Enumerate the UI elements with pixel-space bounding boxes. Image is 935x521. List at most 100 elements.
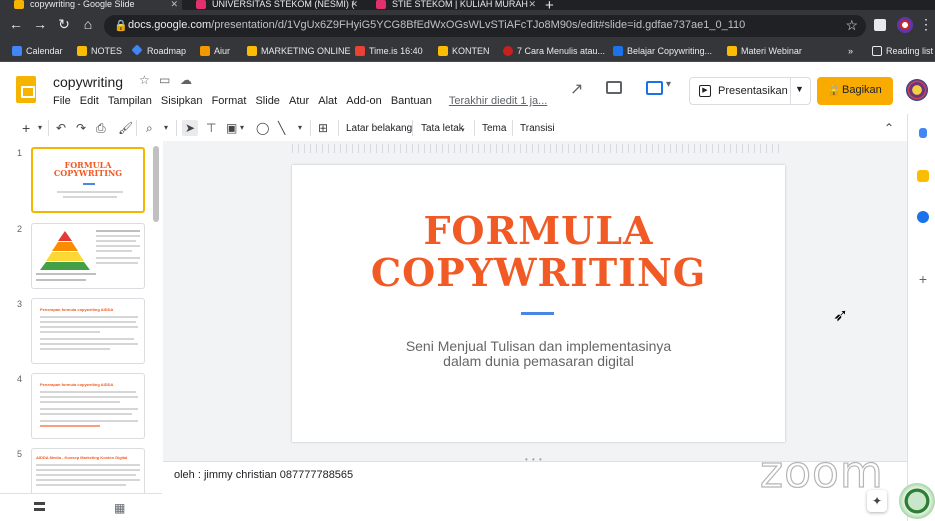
menu-file[interactable]: File	[53, 95, 71, 107]
activity-trend-icon[interactable]: ↗	[570, 79, 588, 98]
browser-tab-slides[interactable]: copywriting - Google Slide ✕	[0, 0, 182, 10]
shape-icon[interactable]: ◯	[256, 120, 269, 136]
bookmark-cara-menulis[interactable]: 7 Cara Menulis atau...	[503, 45, 605, 59]
document-title[interactable]: copywriting	[53, 74, 123, 90]
slides-logo-icon[interactable]	[16, 76, 36, 103]
grid-view-icon[interactable]: ▦	[114, 501, 125, 515]
get-addons-icon[interactable]: +	[917, 272, 929, 286]
forward-icon[interactable]: →	[32, 16, 48, 32]
menu-addons[interactable]: Add-on	[346, 95, 381, 107]
thumb-text-line	[36, 474, 136, 476]
slide-thumbnail-4[interactable]: Penerapan formula copywriting AIDDA	[31, 373, 145, 439]
image-chevron-icon[interactable]: ▾	[240, 120, 244, 136]
keep-addon-icon[interactable]	[917, 170, 929, 182]
new-slide-chevron-icon[interactable]: ▾	[38, 120, 42, 136]
add-comment-icon[interactable]: ⊞	[318, 120, 328, 136]
line-icon[interactable]: ╲	[278, 120, 285, 136]
close-tab-icon[interactable]: ✕	[350, 0, 358, 9]
thumb-text-line	[36, 469, 140, 471]
bookmark-calendar[interactable]: Calendar	[12, 45, 63, 59]
menu-help[interactable]: Bantuan	[391, 95, 432, 107]
new-slide-icon[interactable]: +	[22, 120, 30, 136]
layout-chevron-icon[interactable]: ▾	[461, 123, 465, 139]
profile-avatar[interactable]	[897, 17, 913, 33]
reading-list-icon	[872, 46, 882, 56]
menu-view[interactable]: Tampilan	[108, 95, 152, 107]
menu-edit[interactable]: Edit	[80, 95, 99, 107]
bookmark-materi-webinar[interactable]: Materi Webinar	[727, 45, 802, 59]
reload-icon[interactable]: ↻	[56, 16, 72, 32]
speaker-notes-text[interactable]: oleh : jimmy christian 087777788565	[174, 469, 353, 481]
menu-arrange[interactable]: Atur	[289, 95, 309, 107]
url-field[interactable]: 🔒 docs.google.com/presentation/d/1VgUx6Z…	[104, 15, 866, 37]
extensions-icon[interactable]	[874, 19, 886, 31]
theme-button[interactable]: Tema	[482, 121, 506, 137]
menu-format[interactable]: Format	[212, 95, 247, 107]
present-options-chevron-icon[interactable]: ▼	[795, 84, 804, 94]
filmstrip-view-icon[interactable]	[34, 502, 45, 511]
bookmark-marketing-online[interactable]: MARKETING ONLINE	[247, 45, 351, 59]
bookmarks-overflow[interactable]: »	[848, 45, 853, 59]
current-slide[interactable]: FORMULA COPYWRITING Seni Menjual Tulisan…	[292, 165, 785, 442]
back-icon[interactable]: ←	[8, 16, 24, 32]
redo-icon[interactable]: ↷	[76, 120, 86, 136]
slide-subtitle[interactable]: Seni Menjual Tulisan dan implementasinya…	[292, 339, 785, 369]
instagram-favicon-icon	[376, 0, 386, 9]
close-tab-icon[interactable]: ✕	[528, 0, 536, 9]
menu-slide[interactable]: Slide	[255, 95, 279, 107]
present-button[interactable]: ▶ Presentasikan ▼	[689, 77, 811, 105]
slide-thumbnail-1[interactable]: FORMULA COPYWRITING	[31, 147, 145, 213]
menu-insert[interactable]: Sisipkan	[161, 95, 203, 107]
thumb-text-line	[36, 479, 140, 481]
calendar-addon-icon[interactable]	[919, 128, 927, 138]
browser-tab-stekom[interactable]: UNIVERSITAS STEKOM (NESMI) ( ✕	[182, 0, 362, 10]
divider	[412, 120, 413, 136]
meet-present-button[interactable]: ▾	[646, 79, 676, 99]
bookmark-notes[interactable]: NOTES	[77, 45, 122, 59]
collapse-toolbar-icon[interactable]: ⌃	[884, 120, 894, 136]
filmstrip-scrollbar[interactable]	[153, 146, 159, 222]
zoom-chevron-icon[interactable]: ▾	[164, 120, 168, 136]
undo-icon[interactable]: ↶	[56, 120, 66, 136]
text-box-icon[interactable]: ⊤	[206, 120, 216, 136]
bookmark-time-is[interactable]: Time.is 16:40	[355, 45, 423, 59]
share-button[interactable]: 🔒 Bagikan	[817, 77, 893, 105]
last-edit-link[interactable]: Terakhir diedit 1 ja...	[449, 95, 547, 107]
slide-thumbnail-3[interactable]: Penerapan formula copywriting AIDDA	[31, 298, 145, 364]
select-cursor-icon[interactable]: ➤	[182, 120, 199, 136]
explore-icon[interactable]: ✦	[867, 490, 887, 512]
reading-list[interactable]: Reading list	[872, 45, 933, 59]
layout-button[interactable]: Tata letak	[421, 121, 464, 137]
home-icon[interactable]: ⌂	[80, 16, 96, 32]
bookmark-roadmap[interactable]: Roadmap	[131, 44, 186, 59]
bookmark-aiur[interactable]: Aiur	[200, 45, 230, 59]
slide-thumbnail-2[interactable]	[31, 223, 145, 289]
move-folder-icon[interactable]: ▭	[159, 73, 170, 87]
bookmark-star-icon[interactable]: ☆	[845, 17, 858, 34]
thumb-text-line	[40, 316, 138, 318]
image-icon[interactable]: ▣	[226, 120, 237, 136]
paint-format-icon[interactable]: 🖌	[118, 120, 133, 136]
bookmark-konten[interactable]: KONTEN	[438, 45, 490, 59]
new-tab-icon[interactable]: +	[545, 0, 554, 10]
background-button[interactable]: Latar belakang	[346, 121, 412, 137]
browser-menu-icon[interactable]: ⋮	[918, 16, 934, 32]
browser-tab-stie[interactable]: STIE STEKOM | KULIAH MURAH ✕	[362, 0, 540, 10]
thumb-divider	[83, 183, 95, 185]
slide-thumbnail-5[interactable]: AIDDA Media - Konsep Marketing Konten Di…	[31, 448, 145, 493]
menu-tools[interactable]: Alat	[318, 95, 337, 107]
comment-history-icon[interactable]	[606, 81, 622, 94]
line-chevron-icon[interactable]: ▾	[298, 120, 302, 136]
account-avatar[interactable]	[906, 79, 928, 101]
slide-title[interactable]: FORMULA COPYWRITING	[292, 210, 785, 294]
transition-button[interactable]: Transisi	[520, 121, 555, 137]
zoom-icon[interactable]: ⌕	[146, 120, 153, 136]
print-icon[interactable]: ⎙	[96, 120, 106, 136]
thumb-text-line	[96, 257, 140, 259]
thumb-subtitle-line	[57, 191, 123, 193]
star-icon[interactable]: ☆	[139, 73, 150, 87]
chevron-down-icon: ▾	[666, 79, 672, 90]
tasks-addon-icon[interactable]	[917, 211, 929, 223]
bookmark-belajar-copywriting[interactable]: Belajar Copywriting...	[613, 45, 712, 59]
close-tab-icon[interactable]: ✕	[170, 0, 178, 9]
